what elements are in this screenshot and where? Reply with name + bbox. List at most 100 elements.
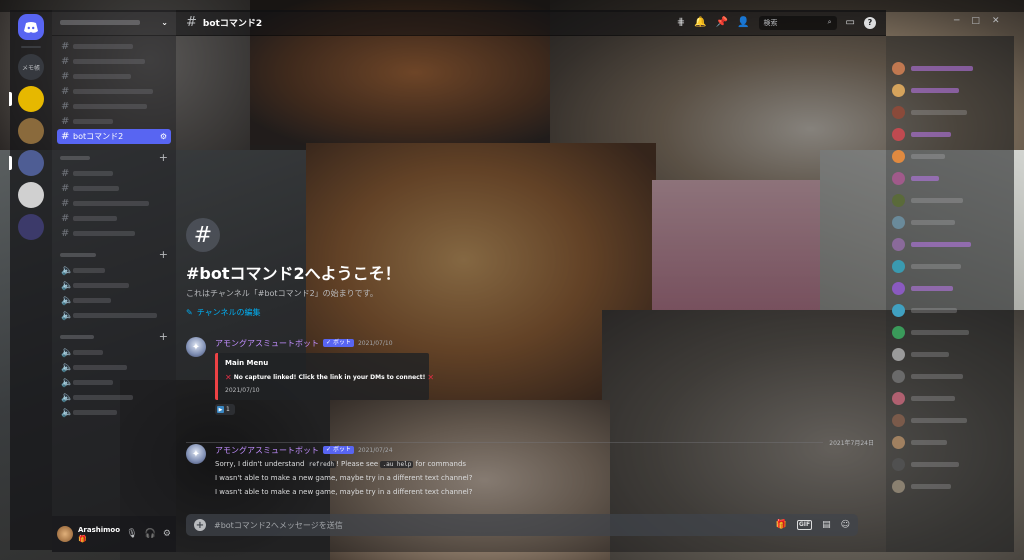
edit-channel-link[interactable]: ✎ チャンネルの編集 [186, 307, 401, 318]
close-icon[interactable]: ✕ [992, 16, 1000, 26]
inbox-icon[interactable]: ▭ [846, 17, 855, 28]
channel-category[interactable]: + [57, 149, 171, 166]
channel-item[interactable]: # [57, 226, 171, 241]
message[interactable]: ✦ アモングアスミュートボット ✓ ボット 2021/07/10 Main Me… [186, 337, 434, 415]
channel-item-active[interactable]: # botコマンド2 ⚙ [57, 129, 171, 144]
server-icon[interactable]: メモ帳 [18, 54, 44, 80]
member-item[interactable] [892, 102, 1008, 122]
channel-item[interactable]: # [57, 84, 171, 99]
voice-channel[interactable]: 🔈 [57, 405, 171, 420]
server-icon[interactable] [18, 118, 44, 144]
minimize-icon[interactable]: ─ [954, 16, 959, 26]
message-author[interactable]: アモングアスミュートボット [215, 338, 319, 349]
avatar [892, 303, 905, 317]
speaker-icon: 🔈 [61, 377, 74, 388]
add-channel-icon[interactable]: + [159, 330, 168, 343]
channel-item[interactable]: # [57, 114, 171, 129]
server-icon[interactable] [18, 182, 44, 208]
channel-item[interactable]: # [57, 39, 171, 54]
server-icon[interactable] [9, 150, 44, 176]
member-item[interactable] [892, 278, 1008, 298]
channel-item[interactable]: # [57, 166, 171, 181]
channel-name [73, 231, 135, 236]
member-item[interactable] [892, 454, 1008, 474]
add-attachment-icon[interactable]: + [194, 519, 206, 531]
discord-logo-icon [24, 21, 38, 33]
member-item[interactable] [892, 300, 1008, 320]
help-icon[interactable]: ? [864, 16, 876, 29]
channel-item[interactable]: # [57, 181, 171, 196]
member-item[interactable] [892, 80, 1008, 100]
channel-item[interactable]: # [57, 99, 171, 114]
channel-item[interactable]: # [57, 69, 171, 84]
channel-item[interactable]: # [57, 211, 171, 226]
gear-icon[interactable]: ⚙ [163, 529, 171, 539]
avatar[interactable] [57, 526, 73, 542]
search-input[interactable]: 検索 ⌕ [758, 15, 837, 30]
message[interactable]: ✦ アモングアスミュートボット ✓ ボット 2021/07/24 Sorry, … [186, 444, 472, 498]
member-item[interactable] [892, 234, 1008, 254]
voice-channel[interactable]: 🔈 [57, 263, 171, 278]
member-name [911, 197, 963, 203]
threads-icon[interactable]: ⋕ [677, 17, 685, 28]
window-controls: ─ □ ✕ [954, 16, 999, 26]
member-item[interactable] [892, 124, 1008, 144]
message-placeholder: #botコマンド2へメッセージを送信 [214, 520, 343, 530]
member-item[interactable] [892, 322, 1008, 342]
member-item[interactable] [892, 476, 1008, 496]
voice-channel[interactable]: 🔈 [57, 390, 171, 405]
speaker-icon: 🔈 [61, 295, 74, 306]
channel-category[interactable]: + [57, 328, 171, 345]
member-item[interactable] [892, 366, 1008, 386]
member-item[interactable] [892, 344, 1008, 364]
microphone-icon[interactable]: 🎙 [126, 529, 137, 539]
bell-icon[interactable]: 🔔 [694, 17, 706, 28]
bot-avatar[interactable]: ✦ [186, 337, 206, 357]
member-item[interactable] [892, 168, 1008, 188]
member-item[interactable] [892, 58, 1008, 78]
channel-item[interactable]: # [57, 196, 171, 211]
gif-button[interactable]: GIF [796, 520, 813, 530]
sticker-icon[interactable]: ▤ [822, 520, 831, 530]
member-name [911, 87, 959, 93]
member-item[interactable] [892, 212, 1008, 232]
member-item[interactable] [892, 388, 1008, 408]
members-icon[interactable]: 👤 [737, 17, 749, 28]
member-name [911, 329, 969, 335]
bot-badge: ✓ ボット [323, 339, 354, 347]
message-author[interactable]: アモングアスミュートボット [215, 445, 319, 456]
reaction[interactable]: ▶ 1 [215, 404, 235, 415]
add-channel-icon[interactable]: + [159, 248, 168, 261]
member-item[interactable] [892, 190, 1008, 210]
channel-category[interactable]: + [57, 246, 171, 263]
member-name [911, 417, 967, 423]
voice-channel[interactable]: 🔈 [57, 308, 171, 323]
message-input[interactable]: + #botコマンド2へメッセージを送信 🎁 GIF ▤ ☺ [186, 514, 858, 536]
voice-channel[interactable]: 🔈 [57, 345, 171, 360]
channel-name [73, 216, 117, 221]
emoji-icon[interactable]: ☺ [841, 520, 850, 530]
maximize-icon[interactable]: □ [971, 16, 980, 26]
guild-header[interactable]: ⌄ [52, 10, 176, 36]
bot-avatar[interactable]: ✦ [186, 444, 206, 464]
member-name [911, 153, 945, 159]
voice-channel[interactable]: 🔈 [57, 293, 171, 308]
server-icon[interactable] [18, 214, 44, 240]
channel-item[interactable]: # [57, 54, 171, 69]
member-item[interactable] [892, 256, 1008, 276]
server-icon[interactable] [9, 86, 44, 112]
voice-channel[interactable]: 🔈 [57, 278, 171, 293]
member-item[interactable] [892, 432, 1008, 452]
voice-channel[interactable]: 🔈 [57, 360, 171, 375]
gift-icon[interactable]: 🎁 [776, 520, 787, 530]
voice-channel[interactable]: 🔈 [57, 375, 171, 390]
add-channel-icon[interactable]: + [159, 151, 168, 164]
channel-name [73, 298, 111, 303]
member-item[interactable] [892, 146, 1008, 166]
headphones-icon[interactable]: 🎧 [145, 529, 156, 539]
home-button[interactable] [18, 14, 44, 40]
pin-icon[interactable]: 📌 [716, 17, 728, 28]
user-info[interactable]: Arashimoo 🎁 [78, 526, 120, 543]
member-item[interactable] [892, 410, 1008, 430]
gear-icon[interactable]: ⚙ [160, 132, 167, 141]
